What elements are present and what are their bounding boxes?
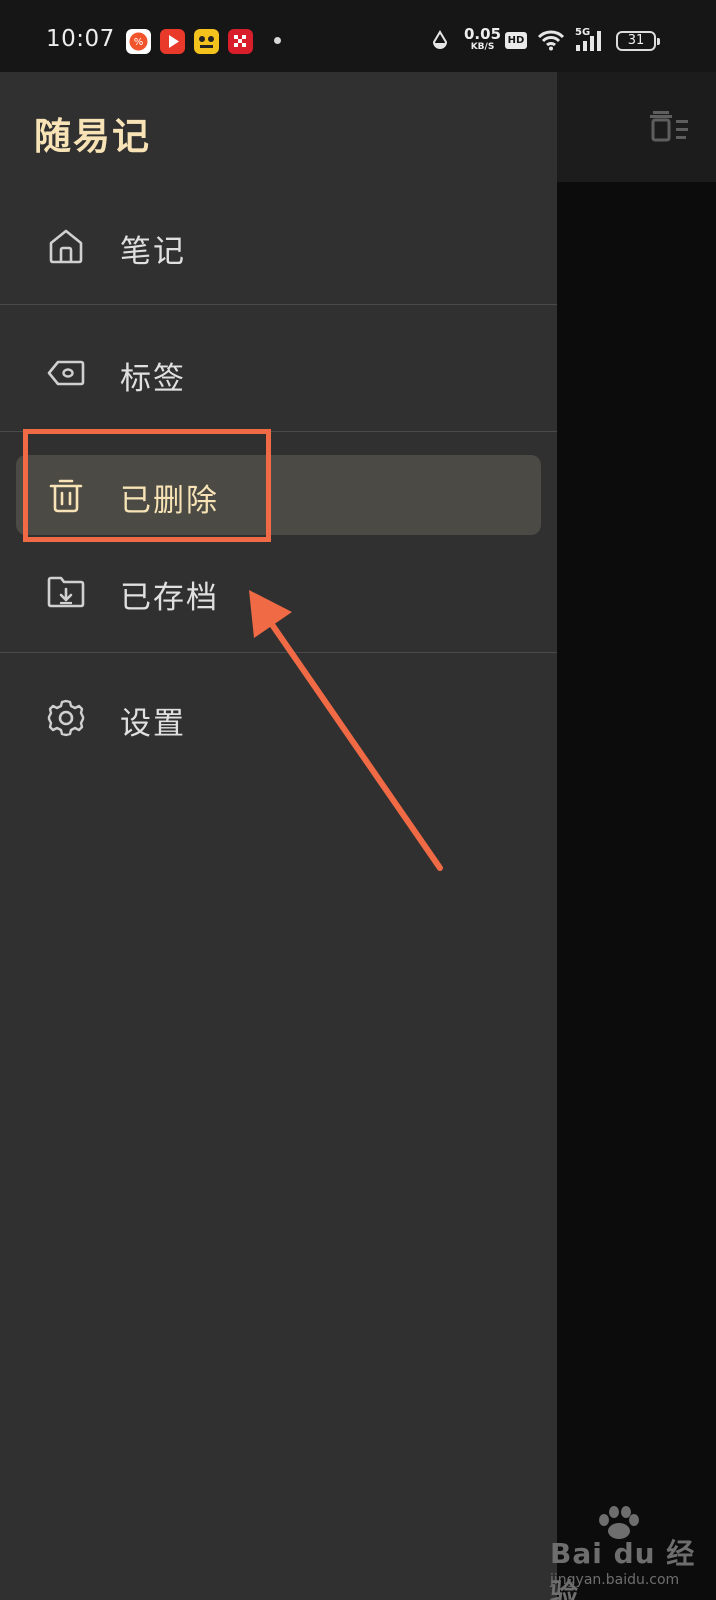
annotation-arrow [249, 590, 443, 871]
screen: 10:07 % 0.05 KB/S HD 5G 31 随易记 笔记 标签 已删除… [0, 0, 716, 1600]
watermark-brand: Bai du 经验 [550, 1537, 696, 1600]
baidu-watermark: Bai du 经验 jingyan.baidu.com [548, 1506, 716, 1600]
watermark-url: jingyan.baidu.com [550, 1572, 680, 1588]
